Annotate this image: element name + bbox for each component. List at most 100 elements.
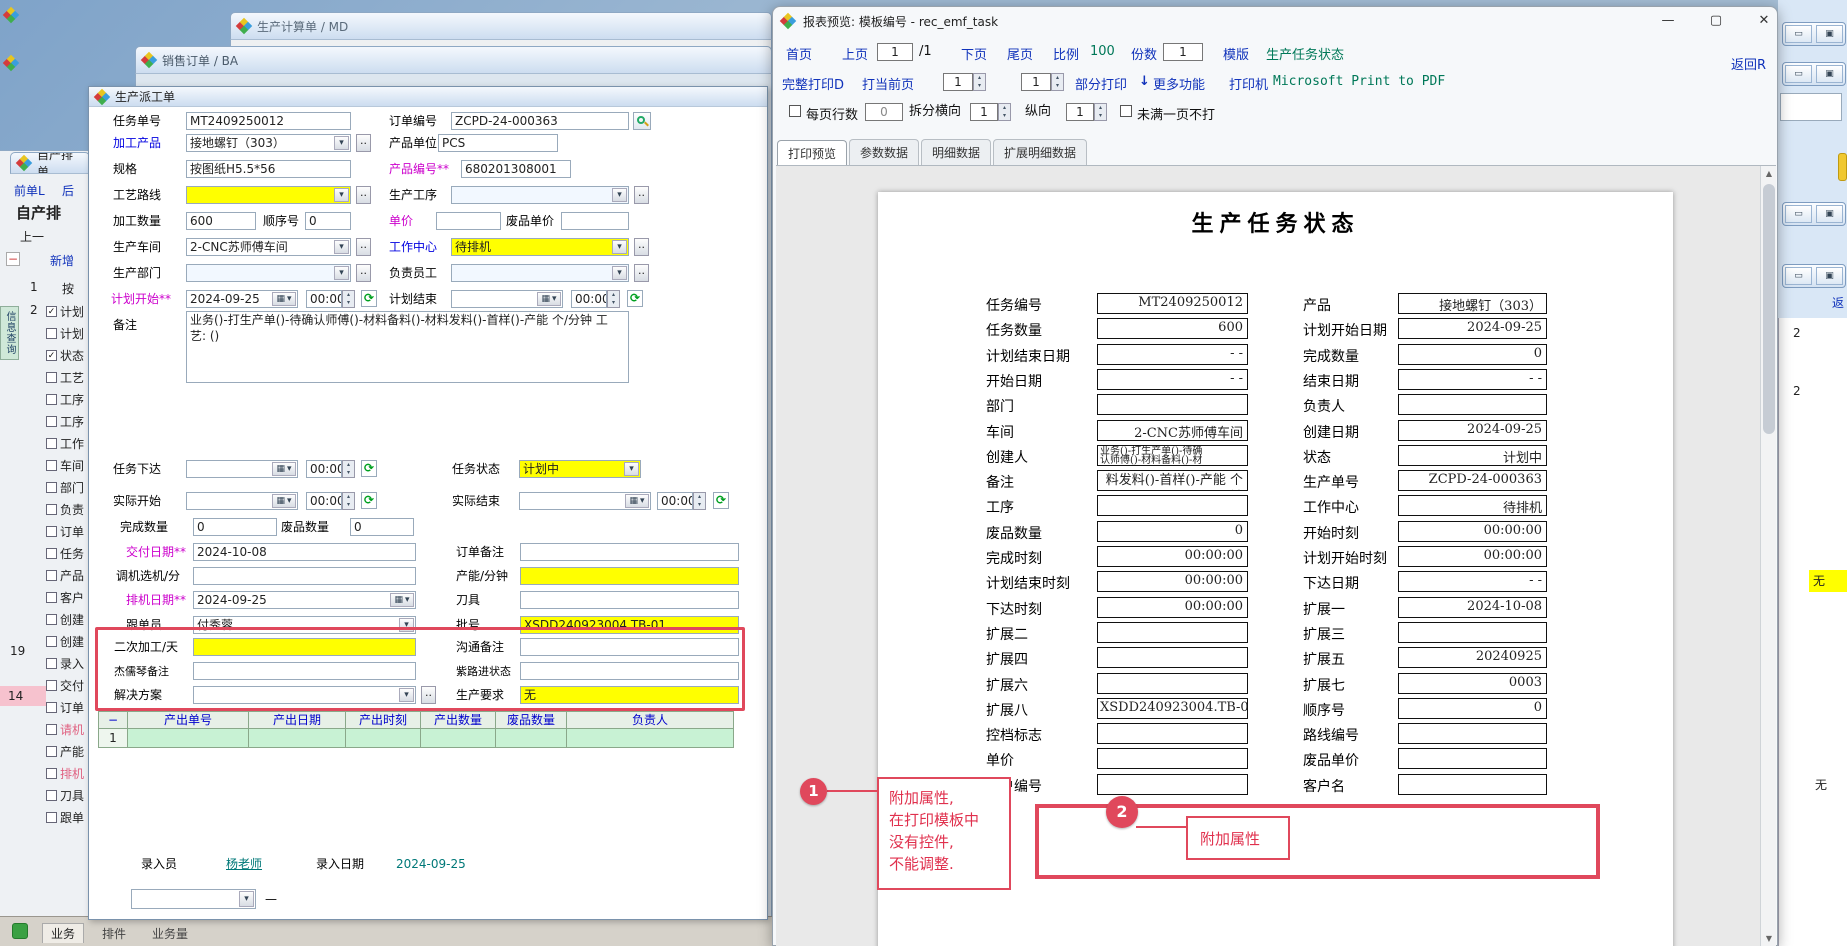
search-icon[interactable] [633,112,651,130]
unchecked-checkbox-icon[interactable] [46,526,57,537]
calendar-icon[interactable]: ▦▾ [390,593,414,607]
full-print-link[interactable]: 完整打印D [782,74,844,93]
sidebar-checkbox-item[interactable]: 部门 [46,476,88,498]
scrap-qty-input[interactable]: 0 [350,518,414,536]
output-cell[interactable] [566,728,734,748]
chevron-down-icon[interactable]: ▾ [334,266,349,280]
more-functions-link[interactable]: 更多功能 [1153,74,1205,93]
bottom-combo[interactable]: ▾ [131,889,256,909]
maximize-icon[interactable]: ▣ [1816,65,1843,83]
time-spinner[interactable]: ▴▾ [342,290,355,308]
rows-per-page-input[interactable]: 0 [865,103,903,121]
unchecked-checkbox-icon[interactable] [46,724,57,735]
next-record-link[interactable]: 后 [62,182,74,199]
print-from-spinner[interactable]: ▴▾ [973,73,986,91]
workcenter-more-button[interactable]: .. [634,238,649,256]
unchecked-checkbox-icon[interactable] [46,548,57,559]
dispatch-date[interactable]: ▦▾ [186,460,298,478]
tool-input[interactable] [520,591,739,609]
sidebar-checkbox-item[interactable]: 产能 [46,740,88,762]
dept-more-button[interactable]: .. [356,264,371,282]
sidebar-window-titlebar[interactable]: 自产排单 [10,152,90,174]
operation-combo[interactable]: ▾ [451,186,629,204]
unchecked-checkbox-icon[interactable] [46,372,57,383]
back-link[interactable]: 返回R [1731,54,1766,73]
bottom-tab-parts[interactable]: 排件 [96,924,132,943]
unchecked-checkbox-icon[interactable] [46,438,57,449]
sidebar-checkbox-item[interactable]: 请机 [46,718,88,740]
output-cell[interactable] [345,728,421,748]
minimize-icon[interactable]: ▭ [1785,205,1812,223]
batch-input[interactable]: XSDD240923004.TB-01 [520,616,739,634]
calendar-icon[interactable]: ▦▾ [272,292,296,306]
actual-start-date[interactable]: ▦▾ [186,492,298,510]
template-link[interactable]: 模版 [1223,44,1249,63]
refresh-icon[interactable]: ⟳ [361,460,377,477]
time-spinner[interactable]: ▴▾ [693,492,706,510]
unit-input[interactable]: PCS [438,134,558,152]
mdi-window-buttons[interactable]: ▭▣ [1782,264,1846,288]
next-page-link[interactable]: 下页 [961,44,987,63]
solution-combo[interactable]: ▾ [193,686,416,704]
split-h-spinner[interactable]: ▴▾ [998,103,1011,121]
dispatch-time[interactable]: 00:00 [306,460,342,478]
sidebar-checkbox-item[interactable]: 任务 [46,542,88,564]
scrap-price-input[interactable] [561,212,629,230]
workshop-combo[interactable]: 2-CNC苏师傅车间▾ [186,238,351,256]
maximize-icon[interactable]: ▣ [1816,25,1843,43]
collapse-icon[interactable]: − [6,252,20,266]
checked-checkbox-icon[interactable]: ✓ [46,350,57,361]
tab-print-preview[interactable]: 打印预览 [777,140,847,166]
first-page-link[interactable]: 首页 [786,44,812,63]
info-query-tab[interactable]: 信息查询 [0,306,19,360]
copies-link[interactable]: 份数 [1131,44,1157,63]
output-cell[interactable] [495,728,567,748]
seq-input[interactable]: 0 [305,212,351,230]
unchecked-checkbox-icon[interactable] [46,636,57,647]
route-more-button[interactable]: .. [356,186,371,204]
output-table-minus[interactable]: − [98,711,128,729]
sidebar-checkbox-item[interactable]: 工序 [46,410,88,432]
workcenter-combo[interactable]: 待排机▾ [451,238,629,256]
calendar-icon[interactable]: ▦▾ [272,462,296,476]
prev-page-link[interactable]: 上页 [842,44,868,63]
unchecked-checkbox-icon[interactable] [46,394,57,405]
scale-link[interactable]: 比例 [1053,44,1079,63]
output-col-header[interactable]: 负责人 [566,711,734,729]
back-link-fragment[interactable]: 返 [1832,294,1844,311]
qty-input[interactable]: 600 [186,212,256,230]
sidebar-checkbox-item[interactable]: 刀具 [46,784,88,806]
mdi-window-buttons[interactable]: ▭▣ [1782,22,1846,46]
unchecked-checkbox-icon[interactable] [46,614,57,625]
staff-combo[interactable]: ▾ [451,264,629,282]
refresh-icon[interactable]: ⟳ [713,492,729,509]
mdi-window-buttons[interactable]: ▭▣ [1782,62,1846,86]
calendar-icon[interactable]: ▦▾ [272,494,296,508]
unchecked-checkbox-icon[interactable] [46,504,57,515]
actual-end-time[interactable]: 00:00 [657,492,693,510]
time-spinner[interactable]: ▴▾ [342,460,355,478]
unchecked-checkbox-icon[interactable] [46,680,57,691]
bottom-tab-volume[interactable]: 业务量 [146,924,194,943]
price-input[interactable] [436,212,501,230]
window-ba-titlebar[interactable]: 销售订单 / BA [135,46,772,74]
last-page-link[interactable]: 尾页 [1007,44,1033,63]
output-col-header[interactable]: 废品数量 [495,711,567,729]
calendar-icon[interactable]: ▦▾ [625,494,649,508]
order-remark-input[interactable] [520,543,739,561]
sidebar-checkbox-item[interactable]: 订单 [46,696,88,718]
scrollbar-thumb[interactable] [1763,184,1775,434]
delivery-input[interactable]: 2024-10-08 [193,543,416,561]
sidebar-row-number[interactable]: 1 [30,280,38,294]
sidebar-checkbox-item[interactable]: 订单 [46,520,88,542]
sidebar-checkbox-item[interactable]: 跟单 [46,806,88,828]
unchecked-checkbox-icon[interactable] [46,790,57,801]
vertical-scrollbar[interactable]: ▲ ▼ [1760,166,1776,946]
time-spinner[interactable]: ▴▾ [342,492,355,510]
staff-more-button[interactable]: .. [634,264,649,282]
form-titlebar[interactable]: 生产派工单 [89,87,767,107]
sidebar-checkbox-item[interactable]: 创建 [46,608,88,630]
plan-start-time[interactable]: 00:00 [306,290,342,308]
product-combo[interactable]: 接地螺钉（303）▾ [186,134,351,152]
output-cell[interactable] [127,728,249,748]
